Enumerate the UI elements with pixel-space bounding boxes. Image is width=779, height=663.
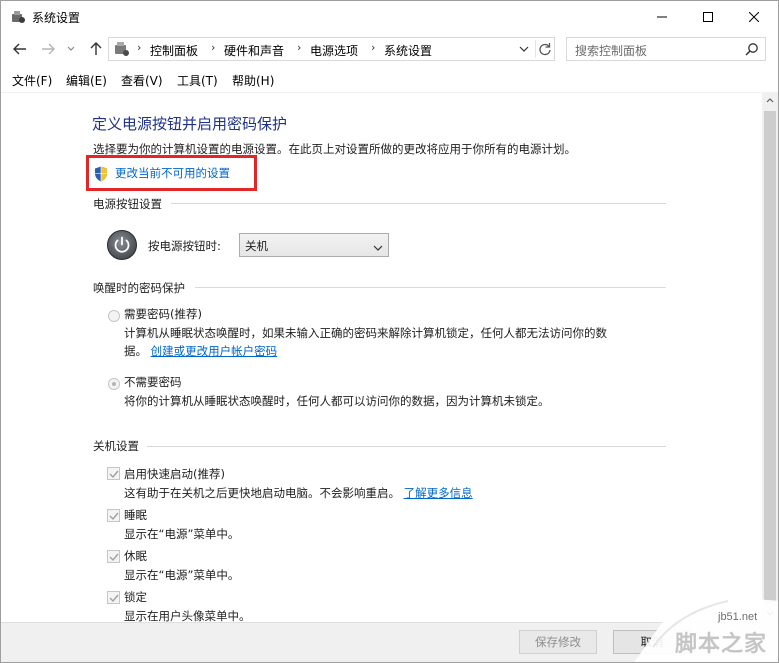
- power-button-action-value: 关机: [245, 239, 268, 253]
- require-password-description: 计算机从睡眠状态唤醒时，如果未输入正确的密码来解除计算机锁定，任何人都无法访问你…: [124, 326, 607, 340]
- learn-more-link[interactable]: 了解更多信息: [404, 486, 473, 500]
- up-arrow-icon[interactable]: [87, 40, 105, 58]
- no-password-radio[interactable]: [108, 378, 120, 390]
- sleep-description: 显示在“电源”菜单中。: [124, 527, 240, 541]
- menu-bar: 文件(F) 编辑(E) 查看(V) 工具(T) 帮助(H): [1, 69, 778, 90]
- breadcrumb-power-options[interactable]: 电源选项: [310, 42, 358, 59]
- breadcrumb-separator-icon: ›: [297, 41, 302, 54]
- settings-content: 定义电源按钮并启用密码保护 选择要为你的计算机设置的电源设置。在此页上对设置所做…: [1, 92, 761, 622]
- power-button-section-title: 电源按钮设置: [93, 197, 162, 211]
- no-password-description: 将你的计算机从睡眠状态唤醒时，任何人都可以访问你的数据，因为计算机未锁定。: [124, 394, 550, 408]
- search-input[interactable]: 搜索控制面板: [566, 37, 766, 61]
- breadcrumb-control-panel[interactable]: 控制面板: [150, 42, 198, 59]
- lock-description: 显示在用户头像菜单中。: [124, 609, 251, 622]
- title-bar: 系统设置: [1, 1, 778, 32]
- section-divider: [171, 203, 666, 204]
- section-divider: [195, 287, 666, 288]
- page-title: 定义电源按钮并启用密码保护: [92, 115, 288, 133]
- power-button-icon: [107, 230, 137, 260]
- section-divider: [147, 446, 666, 447]
- refresh-icon[interactable]: [535, 40, 553, 58]
- menu-edit[interactable]: 编辑(E): [66, 72, 107, 89]
- breadcrumb-system-settings[interactable]: 系统设置: [384, 42, 432, 59]
- wake-password-section-title: 唤醒时的密码保护: [93, 281, 185, 295]
- watermark-site: jb51.net: [718, 611, 758, 623]
- chevron-down-icon: [373, 241, 383, 251]
- change-unavailable-settings-link[interactable]: 更改当前不可用的设置: [115, 165, 230, 181]
- menu-file[interactable]: 文件(F): [12, 72, 52, 89]
- scroll-thumb[interactable]: [764, 111, 776, 603]
- recent-locations-chevron-icon[interactable]: [65, 40, 77, 58]
- fast-startup-description-row: 这有助于在关机之后更快地启动电脑。不会影响重启。 了解更多信息: [124, 485, 473, 501]
- site-watermark: jb51.net 脚本之家: [633, 587, 778, 662]
- menu-tools[interactable]: 工具(T): [177, 72, 218, 89]
- search-icon[interactable]: [745, 42, 759, 56]
- system-settings-window: 系统设置 › 控制面板 › 硬件和声音 › 电源选项 › 系统设置 搜索控制面板…: [0, 0, 779, 663]
- lock-label: 锁定: [124, 590, 147, 604]
- vertical-scrollbar[interactable]: [762, 92, 778, 622]
- breadcrumb-separator-icon: ›: [371, 41, 376, 54]
- watermark-name: 脚本之家: [675, 632, 768, 657]
- minimize-button[interactable]: [639, 1, 685, 32]
- require-password-description-end: 据。: [124, 344, 147, 358]
- window-title: 系统设置: [32, 11, 81, 25]
- power-button-label: 按电源按钮时:: [148, 239, 221, 253]
- address-dropdown-chevron-icon[interactable]: [516, 41, 532, 57]
- hibernate-label: 休眠: [124, 549, 147, 563]
- no-password-label: 不需要密码: [124, 375, 182, 389]
- menu-view[interactable]: 查看(V): [121, 72, 163, 89]
- menu-help[interactable]: 帮助(H): [232, 72, 274, 89]
- sleep-checkbox[interactable]: [107, 509, 120, 522]
- address-bar[interactable]: › 控制面板 › 硬件和声音 › 电源选项 › 系统设置: [108, 37, 555, 61]
- save-changes-button[interactable]: 保存修改: [519, 630, 597, 654]
- breadcrumb-separator-icon: ›: [137, 41, 142, 54]
- fast-startup-label: 启用快速启动(推荐): [124, 467, 225, 481]
- require-password-description-cont: 据。 创建或更改用户帐户密码: [124, 343, 277, 359]
- breadcrumb-separator-icon: ›: [211, 41, 216, 54]
- control-panel-icon: [114, 41, 130, 57]
- fast-startup-checkbox[interactable]: [107, 467, 120, 480]
- scroll-up-arrow-icon[interactable]: [762, 92, 778, 109]
- forward-arrow-icon[interactable]: [39, 40, 57, 58]
- shutdown-section-title: 关机设置: [93, 439, 139, 453]
- hibernate-checkbox[interactable]: [107, 550, 120, 563]
- search-placeholder: 搜索控制面板: [575, 44, 648, 58]
- power-options-app-icon: [10, 9, 26, 25]
- require-password-radio[interactable]: [108, 310, 120, 322]
- uac-shield-icon: [94, 166, 108, 182]
- lock-checkbox[interactable]: [107, 591, 120, 604]
- sleep-label: 睡眠: [124, 508, 147, 522]
- fast-startup-description: 这有助于在关机之后更快地启动电脑。不会影响重启。: [124, 486, 400, 500]
- back-arrow-icon[interactable]: [11, 40, 29, 58]
- require-password-label: 需要密码(推荐): [124, 307, 202, 321]
- breadcrumb-hardware-sound[interactable]: 硬件和声音: [224, 42, 284, 59]
- close-button[interactable]: [731, 1, 777, 32]
- hibernate-description: 显示在“电源”菜单中。: [124, 568, 240, 582]
- create-change-password-link[interactable]: 创建或更改用户帐户密码: [151, 344, 278, 358]
- change-unavailable-settings-highlight[interactable]: 更改当前不可用的设置: [86, 155, 257, 191]
- maximize-button[interactable]: [685, 1, 731, 32]
- power-button-action-select[interactable]: 关机: [239, 233, 389, 257]
